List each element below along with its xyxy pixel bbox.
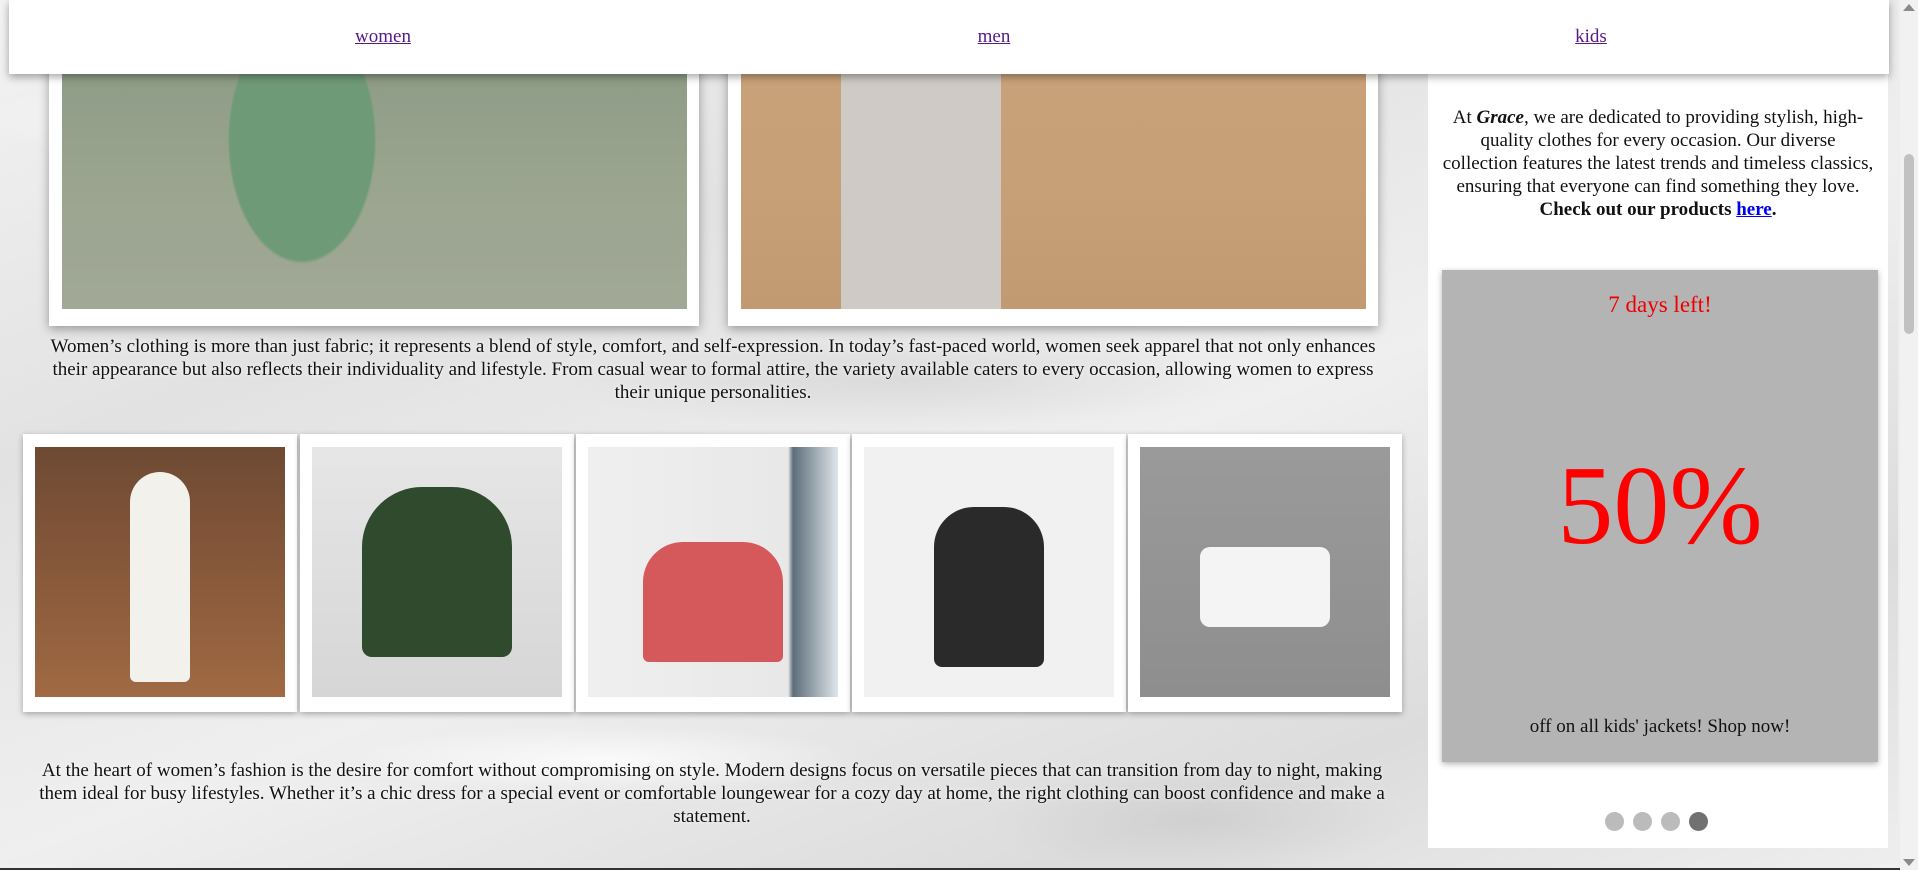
- brand-name: Grace: [1476, 107, 1524, 128]
- featured-photo-frame-pants: [728, 60, 1378, 326]
- days-left-label: 7 days left!: [1608, 292, 1712, 317]
- offer-text: off on all kids' jackets! Shop now!: [1529, 716, 1791, 737]
- slide-dot[interactable]: [1661, 812, 1680, 831]
- outro-paragraph: At the heart of women’s fashion is the d…: [39, 760, 1385, 827]
- product-thumbnail-row: [23, 434, 1403, 714]
- product-card[interactable]: [300, 434, 574, 712]
- discount-percent: 50%: [1557, 444, 1763, 568]
- black-jacket-photo: [864, 447, 1114, 697]
- about-prefix: At: [1452, 107, 1477, 128]
- products-link[interactable]: here: [1736, 199, 1772, 220]
- sidebar: At Grace, we are dedicated to providing …: [1428, 74, 1888, 848]
- scroll-thumb[interactable]: [1904, 154, 1914, 334]
- green-hoodie-photo: [312, 447, 562, 697]
- product-card[interactable]: [852, 434, 1126, 712]
- top-navigation: women men kids: [9, 0, 1889, 74]
- intro-paragraph: Women’s clothing is more than just fabri…: [50, 336, 1376, 403]
- scroll-down-icon[interactable]: [1903, 859, 1915, 866]
- green-skirt-photo: [62, 60, 687, 309]
- nav-link-men[interactable]: men: [978, 26, 1011, 48]
- slide-dot[interactable]: [1689, 812, 1708, 831]
- scroll-up-icon[interactable]: [1903, 4, 1915, 11]
- nav-link-kids[interactable]: kids: [1575, 26, 1607, 48]
- about-cta: Check out our products: [1539, 199, 1737, 220]
- grey-trousers-photo: [741, 60, 1366, 309]
- promo-slide[interactable]: 7 days left! 50% off on all kids' jacket…: [1442, 270, 1878, 762]
- red-tshirt-photo: [588, 447, 838, 697]
- slide-dot[interactable]: [1605, 812, 1624, 831]
- nav-link-women[interactable]: women: [355, 26, 411, 48]
- product-card[interactable]: [1128, 434, 1402, 712]
- scrollbar[interactable]: [1900, 0, 1918, 870]
- about-text: At Grace, we are dedicated to providing …: [1442, 106, 1874, 221]
- white-sportswear-photo: [1140, 447, 1390, 697]
- product-card[interactable]: [576, 434, 850, 712]
- slideshow-dots: [1605, 812, 1717, 832]
- about-end: .: [1771, 199, 1777, 220]
- featured-photo-frame-skirt: [49, 60, 699, 326]
- white-dress-photo: [35, 447, 285, 697]
- slide-dot[interactable]: [1633, 812, 1652, 831]
- product-card[interactable]: [23, 434, 297, 712]
